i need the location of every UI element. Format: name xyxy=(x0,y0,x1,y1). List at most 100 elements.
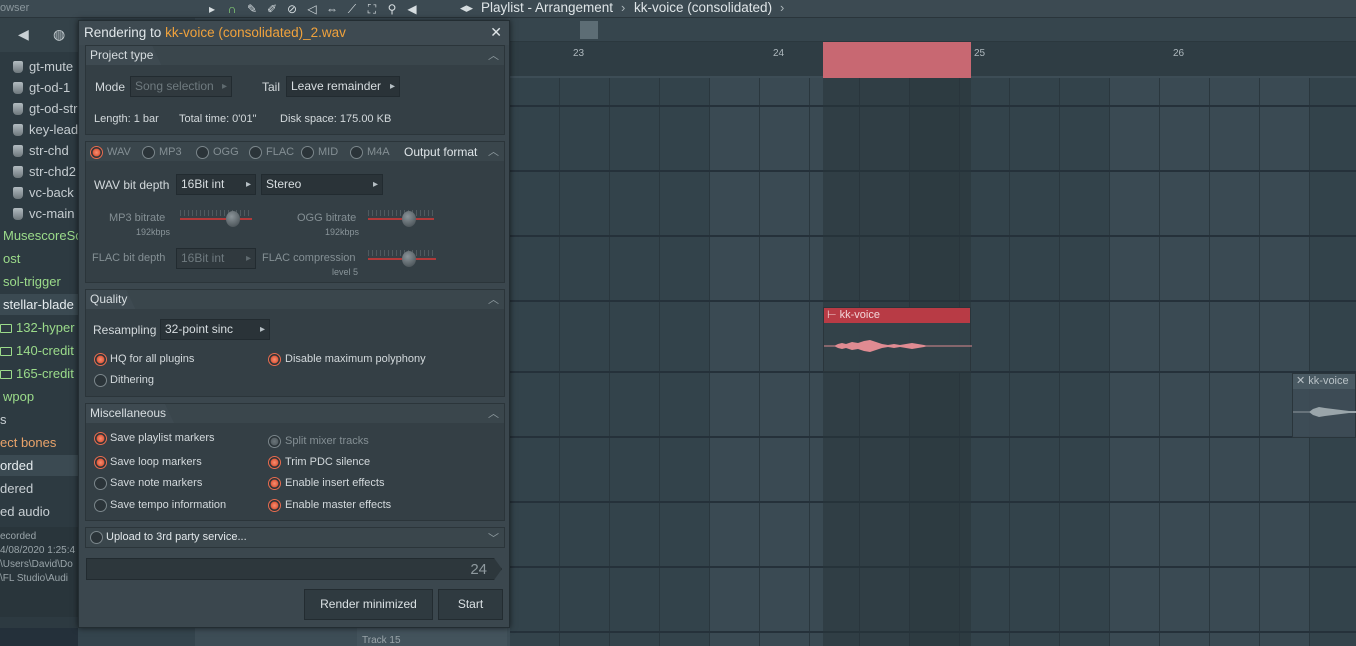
save-tempo-information-checkbox[interactable] xyxy=(94,499,107,512)
top-toolbar: owser ▸ ∩ ✎ ✐ ⊘ ◁ ⇔ ⟋ ⛶ ⚲ ◀ ◂▸ Playlist … xyxy=(0,0,1356,18)
slider-knob[interactable] xyxy=(402,251,416,267)
dithering-checkbox[interactable] xyxy=(94,374,107,387)
clip-header[interactable]: ⊢ kk-voice xyxy=(824,308,970,323)
chevron-up-icon[interactable]: ︿ xyxy=(488,405,499,421)
mode-label: Mode xyxy=(95,80,126,94)
upload-checkbox[interactable] xyxy=(90,531,103,544)
browser-folder[interactable]: sol-trigger xyxy=(0,271,78,292)
browser-folder[interactable]: s xyxy=(0,409,78,430)
loop-selection[interactable] xyxy=(823,42,971,78)
browser-item[interactable]: gt-mute xyxy=(0,56,78,77)
project-type-section: Project type ︿ Mode Song selection Tail … xyxy=(85,45,505,135)
format-mid-radio[interactable] xyxy=(301,146,314,159)
browser-folder[interactable]: 140-credit xyxy=(0,340,78,361)
chevron-up-icon[interactable]: ︿ xyxy=(488,143,499,159)
ogg-bitrate-slider[interactable] xyxy=(368,208,434,230)
browser-folder[interactable]: ect bones xyxy=(0,432,78,453)
browser-folder[interactable]: 165-credit xyxy=(0,363,78,384)
browser-item[interactable]: vc-main xyxy=(0,203,78,224)
delete-icon[interactable]: ⊘ xyxy=(285,2,299,16)
format-label: OGG xyxy=(213,146,239,158)
ogg-bitrate-value: 192kbps xyxy=(325,227,360,237)
breadcrumb-pattern[interactable]: kk-voice (consolidated) xyxy=(634,0,772,15)
chevron-up-icon[interactable]: ︿ xyxy=(488,47,499,63)
split-mixer-tracks-checkbox[interactable] xyxy=(268,435,281,448)
magnet-snap-icon[interactable]: ∩ xyxy=(225,2,239,16)
slip-icon[interactable]: ⇔ xyxy=(325,2,339,16)
wav-bit-depth-dropdown[interactable]: 16Bit int xyxy=(176,174,256,195)
mp3-bitrate-label: MP3 bitrate xyxy=(109,212,166,224)
pencil-icon[interactable]: ✎ xyxy=(245,2,259,16)
browser-folder[interactable]: MusescoreSc xyxy=(0,225,78,246)
zoom-icon[interactable]: ⚲ xyxy=(385,2,399,16)
dialog-titlebar[interactable]: Rendering to kk-voice (consolidated)_2.w… xyxy=(79,21,509,45)
browser-item[interactable]: vc-back xyxy=(0,182,78,203)
select-icon[interactable]: ⛶ xyxy=(365,2,379,16)
slider-knob[interactable] xyxy=(226,211,240,227)
clip-header[interactable]: ✕ kk-voice xyxy=(1293,374,1355,389)
browser-item[interactable]: str-chd xyxy=(0,140,78,161)
trim-pdc-silence-checkbox[interactable] xyxy=(268,456,281,469)
browser-folder[interactable]: ost xyxy=(0,248,78,269)
chevron-down-icon[interactable]: ﹀ xyxy=(488,530,499,546)
plugin-icon xyxy=(13,166,23,178)
browser-item[interactable]: key-lead xyxy=(0,119,78,140)
slice-icon[interactable]: ⟋ xyxy=(345,2,359,16)
close-icon[interactable]: ✕ xyxy=(490,24,502,41)
hq-plugins-checkbox[interactable] xyxy=(94,353,107,366)
browser-item[interactable]: gt-od-str xyxy=(0,98,78,119)
mp3-bitrate-slider[interactable] xyxy=(180,208,252,230)
browser-folder[interactable]: stellar-blade xyxy=(0,294,78,315)
render-minimized-button[interactable]: Render minimized xyxy=(304,589,433,620)
globe-icon[interactable]: ◍ xyxy=(53,26,65,43)
quality-section: Quality ︿ Resampling 32-point sinc HQ fo… xyxy=(85,289,505,397)
browser-item[interactable]: gt-od-1 xyxy=(0,77,78,98)
format-ogg-radio[interactable] xyxy=(196,146,209,159)
format-mp3-radio[interactable] xyxy=(142,146,155,159)
audio-clip[interactable]: ✕ kk-voice xyxy=(1292,373,1356,438)
upload-section[interactable]: Upload to 3rd party service... ﹀ xyxy=(85,527,505,548)
playlist-horizontal-scroll[interactable] xyxy=(510,18,1356,42)
resampling-dropdown[interactable]: 32-point sinc xyxy=(160,319,270,340)
play-arrow-icon[interactable]: ▸ xyxy=(205,2,219,16)
browser-folder[interactable]: ed audio xyxy=(0,501,78,522)
enable-master-effects-checkbox[interactable] xyxy=(268,499,281,512)
playlist-menu-arrow-icon[interactable]: ◂▸ xyxy=(460,0,473,16)
speaker-icon[interactable]: ◀ xyxy=(405,2,419,16)
mode-dropdown[interactable]: Song selection xyxy=(130,76,232,97)
browser-folder[interactable]: dered xyxy=(0,478,78,499)
save-playlist-markers-checkbox[interactable] xyxy=(94,432,107,445)
track-label[interactable]: Track 15 xyxy=(362,635,401,646)
paint-brush-icon[interactable]: ✐ xyxy=(265,2,279,16)
mute-icon[interactable]: ◁ xyxy=(305,2,319,16)
chevron-up-icon[interactable]: ︿ xyxy=(488,291,499,307)
audio-clip[interactable]: ⊢ kk-voice xyxy=(823,307,972,372)
format-m4a-radio[interactable] xyxy=(350,146,363,159)
browser-folder[interactable]: 132-hyper xyxy=(0,317,78,338)
clip-waveform xyxy=(824,340,972,352)
channels-dropdown[interactable]: Stereo xyxy=(261,174,383,195)
start-button[interactable]: Start xyxy=(438,589,503,620)
mp3-bitrate-value: 192kbps xyxy=(136,227,171,237)
ogg-bitrate-label: OGG bitrate xyxy=(297,212,357,224)
save-playlist-markers-label: Save playlist markers xyxy=(110,432,215,444)
format-wav-radio[interactable] xyxy=(90,146,103,159)
slider-knob[interactable] xyxy=(402,211,416,227)
wav-bit-depth-label: WAV bit depth xyxy=(94,178,170,192)
enable-insert-effects-checkbox[interactable] xyxy=(268,477,281,490)
browser-folder[interactable]: orded xyxy=(0,455,78,476)
disable-polyphony-checkbox[interactable] xyxy=(268,353,281,366)
flac-bit-depth-dropdown[interactable]: 16Bit int xyxy=(176,248,256,269)
disable-polyphony-label: Disable maximum polyphony xyxy=(285,353,426,365)
format-flac-radio[interactable] xyxy=(249,146,262,159)
browser-item[interactable]: str-chd2 xyxy=(0,161,78,182)
speaker-icon[interactable]: ◀ xyxy=(18,26,29,43)
tail-dropdown[interactable]: Leave remainder xyxy=(286,76,400,97)
flac-compression-slider[interactable] xyxy=(368,248,436,270)
progress-value: 24 xyxy=(470,561,487,578)
section-header-strip xyxy=(86,290,504,309)
browser-folder[interactable]: wpop xyxy=(0,386,78,407)
save-note-markers-checkbox[interactable] xyxy=(94,477,107,490)
scroll-thumb[interactable] xyxy=(580,21,598,39)
save-loop-markers-checkbox[interactable] xyxy=(94,456,107,469)
